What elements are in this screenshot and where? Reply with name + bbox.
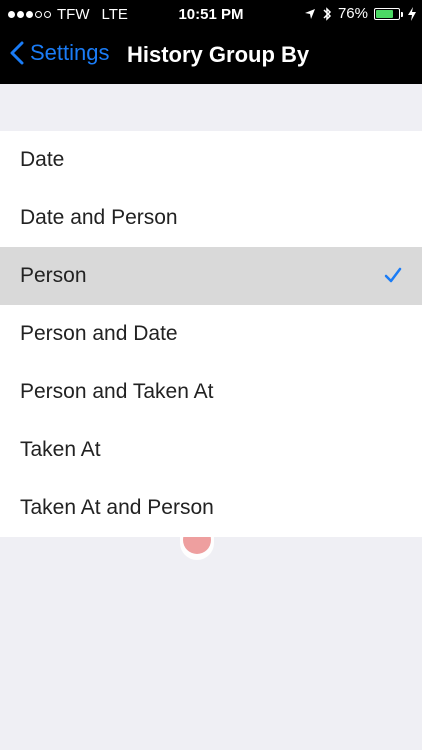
option-row-taken-at-and-person[interactable]: Taken At and Person: [0, 479, 422, 537]
status-bar: TFW LTE 10:51 PM 76%: [0, 0, 422, 30]
option-label: Person: [20, 264, 87, 287]
page-title: History Group By: [127, 42, 310, 67]
battery-icon: [374, 7, 403, 20]
lightning-icon: [408, 6, 416, 21]
checkmark-icon: [384, 267, 402, 283]
option-row-person[interactable]: Person: [0, 247, 422, 305]
location-arrow-icon: [304, 8, 315, 19]
battery-percent: 76%: [337, 5, 368, 22]
back-button-label: Settings: [30, 40, 110, 65]
option-label: Person and Taken At: [20, 380, 214, 403]
bluetooth-icon: [323, 6, 332, 21]
option-row-person-and-date[interactable]: Person and Date: [0, 305, 422, 363]
option-label: Person and Date: [20, 322, 178, 345]
option-label: Taken At: [20, 438, 101, 461]
group-by-options-list: Date Date and Person Person Person and D…: [0, 131, 422, 537]
chevron-left-icon: [10, 41, 24, 65]
navigation-bar: Settings History Group By: [0, 30, 422, 84]
option-label: Date and Person: [20, 206, 178, 229]
option-label: Date: [20, 148, 65, 171]
option-row-person-and-taken-at[interactable]: Person and Taken At: [0, 363, 422, 421]
option-row-date-and-person[interactable]: Date and Person: [0, 189, 422, 247]
battery-level: [376, 9, 393, 18]
status-right: 76%: [304, 5, 416, 22]
option-row-taken-at[interactable]: Taken At: [0, 421, 422, 479]
option-row-date[interactable]: Date: [0, 131, 422, 189]
back-button[interactable]: Settings: [10, 40, 110, 66]
option-label: Taken At and Person: [20, 496, 214, 519]
